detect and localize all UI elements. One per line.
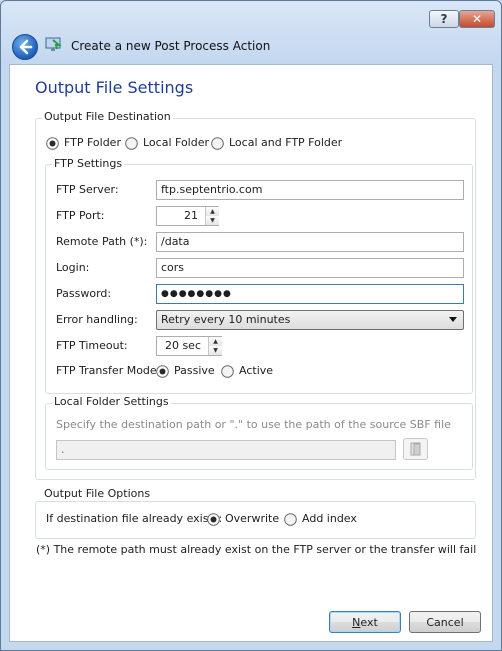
local-folder-legend: Local Folder Settings <box>52 395 171 408</box>
active-radio[interactable] <box>221 365 234 378</box>
remote-path-input[interactable]: /data <box>156 232 464 252</box>
close-button[interactable]: ✕ <box>459 10 495 28</box>
help-button[interactable]: ? <box>429 10 459 28</box>
spin-up-icon[interactable]: ▲ <box>209 337 222 346</box>
passive-label: Passive <box>174 364 215 377</box>
error-handling-value: Retry every 10 minutes <box>161 313 291 326</box>
login-label: Login: <box>56 261 90 274</box>
back-arrow-icon <box>19 39 33 55</box>
ftp-settings-legend: FTP Settings <box>52 157 125 170</box>
add-index-label: Add index <box>302 512 357 525</box>
browse-button[interactable] <box>403 438 428 460</box>
local-and-ftp-label: Local and FTP Folder <box>229 136 343 149</box>
active-label: Active <box>239 364 274 377</box>
next-label: ext <box>360 615 378 629</box>
local-folder-radio[interactable] <box>125 137 138 150</box>
ftp-folder-label: FTP Folder <box>64 136 121 149</box>
ftp-server-label: FTP Server: <box>56 183 119 196</box>
local-and-ftp-radio[interactable] <box>211 137 224 150</box>
local-folder-label: Local Folder <box>143 136 209 149</box>
error-handling-select[interactable]: Retry every 10 minutes <box>156 310 464 330</box>
next-mnemonic: N <box>352 615 361 629</box>
spin-down-icon[interactable]: ▼ <box>206 216 219 225</box>
monitor-arrow-icon <box>45 37 62 51</box>
footnote: (*) The remote path must already exist o… <box>36 543 477 556</box>
ftp-timeout-label: FTP Timeout: <box>56 339 128 352</box>
page-title: Output File Settings <box>35 78 194 97</box>
transfer-mode-label: FTP Transfer Mode: <box>56 364 161 377</box>
cancel-button[interactable]: Cancel <box>409 611 481 633</box>
ftp-timeout-spinner[interactable]: ▲ ▼ <box>208 337 222 355</box>
ftp-folder-radio[interactable] <box>46 137 59 150</box>
window-title: Create a new Post Process Action <box>71 39 271 53</box>
spin-up-icon[interactable]: ▲ <box>206 207 219 216</box>
ftp-port-label: FTP Port: <box>56 209 105 222</box>
local-path-input[interactable]: . <box>56 440 396 460</box>
remote-path-label: Remote Path (*): <box>56 235 148 248</box>
login-input[interactable]: cors <box>156 258 464 278</box>
chevron-down-icon <box>449 317 457 322</box>
add-index-radio[interactable] <box>284 513 297 526</box>
password-input[interactable]: ●●●●●●●● <box>156 284 464 304</box>
overwrite-label: Overwrite <box>225 512 280 525</box>
password-label: Password: <box>56 287 112 300</box>
next-button[interactable]: Next <box>329 611 401 633</box>
output-options-legend: Output File Options <box>42 487 153 500</box>
error-handling-label: Error handling: <box>56 313 138 326</box>
exists-label: If destination file already exists: <box>46 512 223 525</box>
ftp-server-input[interactable]: ftp.septentrio.com <box>156 180 464 200</box>
spin-down-icon[interactable]: ▼ <box>209 346 222 355</box>
folder-browse-icon <box>410 442 421 456</box>
overwrite-radio[interactable] <box>207 513 220 526</box>
local-folder-hint: Specify the destination path or "." to u… <box>56 418 451 431</box>
back-button[interactable] <box>12 34 38 60</box>
ftp-port-spinner[interactable]: ▲ ▼ <box>205 207 219 225</box>
passive-radio[interactable] <box>156 365 169 378</box>
destination-legend: Output File Destination <box>42 110 173 123</box>
